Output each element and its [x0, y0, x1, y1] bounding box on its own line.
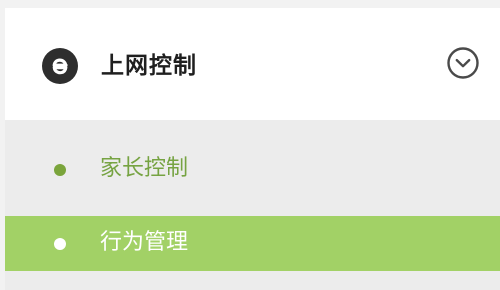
- submenu-bullet-icon: [54, 238, 66, 250]
- chevron-down-circle-icon[interactable]: [446, 46, 480, 80]
- section-header-internet-control[interactable]: 上网控制: [5, 8, 500, 120]
- section-title: 上网控制: [101, 53, 197, 79]
- submenu-bullet-icon: [54, 164, 66, 176]
- submenu-item-label: 行为管理: [100, 230, 189, 255]
- internet-explorer-e-icon: [42, 48, 78, 84]
- menu-top-spacing: [0, 0, 500, 8]
- submenu-item-behavior-management[interactable]: 行为管理: [5, 216, 500, 271]
- submenu-item-label: 家长控制: [100, 156, 189, 181]
- submenu-item-parental-control[interactable]: 家长控制: [5, 142, 500, 197]
- internet-control-submenu: 家长控制 行为管理: [5, 120, 500, 290]
- side-menu: 上网控制 家长控制 行为管理: [0, 0, 500, 290]
